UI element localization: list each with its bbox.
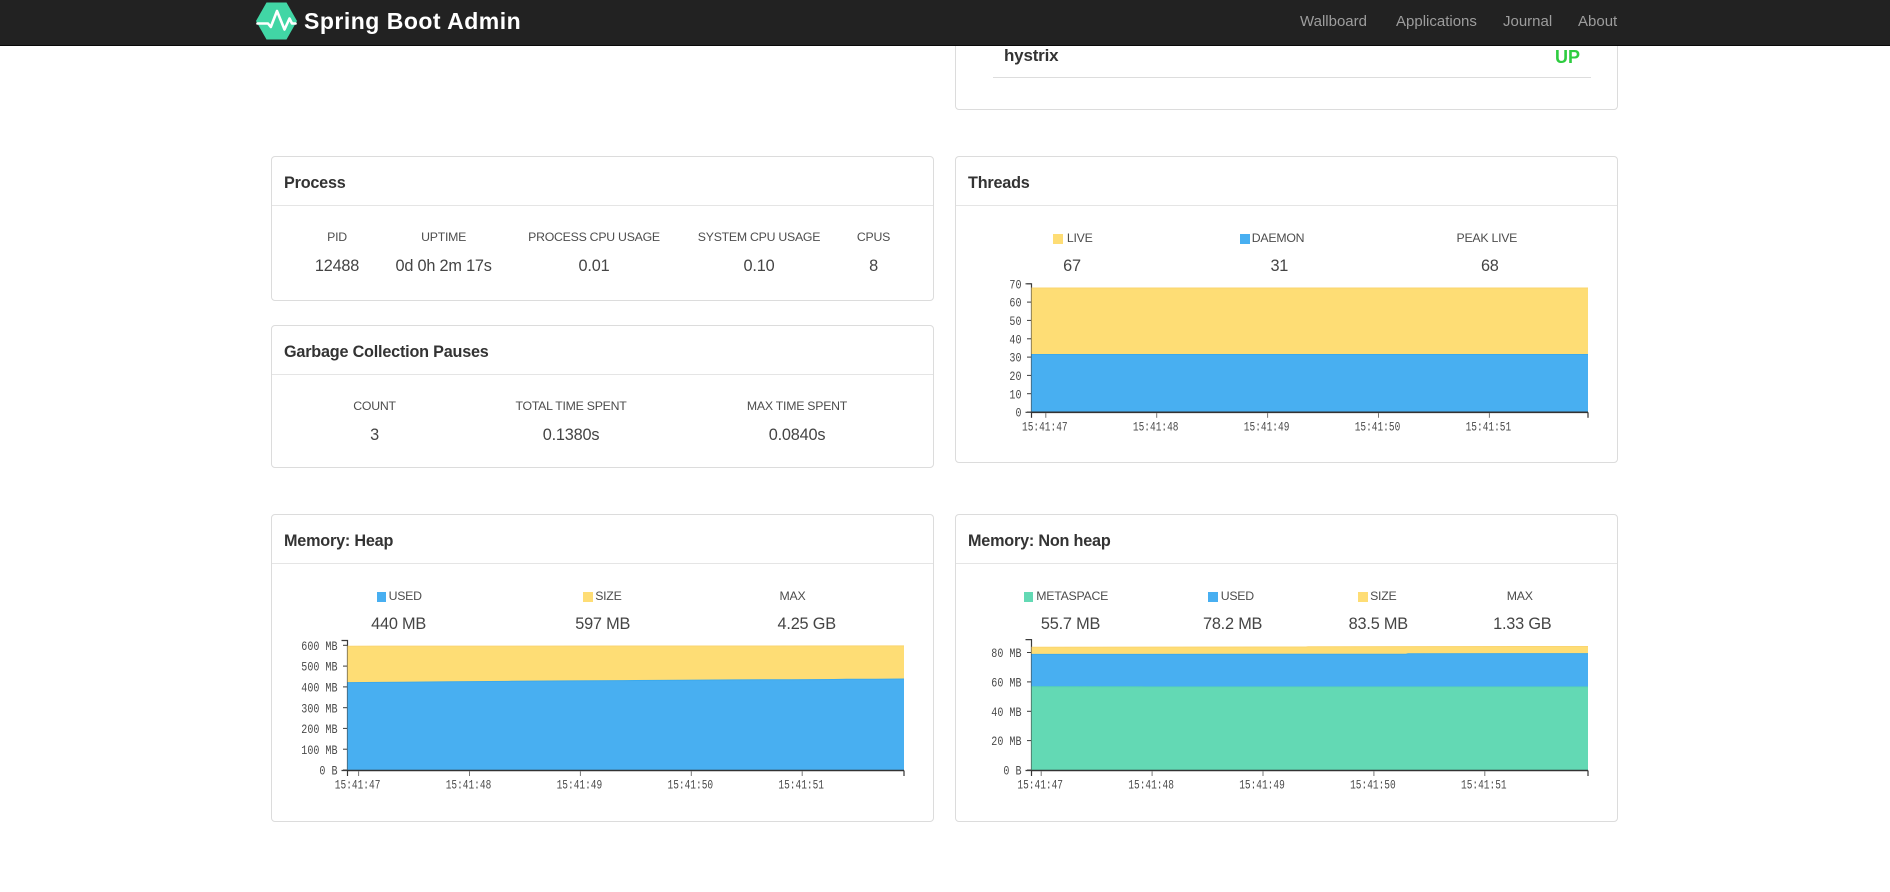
svg-text:60: 60 [1009, 296, 1021, 311]
svg-text:10: 10 [1009, 387, 1021, 402]
svg-text:15:41:50: 15:41:50 [668, 778, 714, 793]
svg-text:15:41:47: 15:41:47 [335, 778, 381, 793]
svg-text:60 MB: 60 MB [991, 676, 1021, 691]
svg-text:15:41:49: 15:41:49 [557, 778, 603, 793]
svg-text:0 B: 0 B [319, 764, 337, 779]
svg-text:15:41:51: 15:41:51 [1461, 778, 1507, 793]
svg-text:40: 40 [1009, 332, 1021, 347]
svg-text:15:41:50: 15:41:50 [1355, 420, 1401, 435]
svg-text:0 B: 0 B [1003, 764, 1021, 779]
svg-text:15:41:49: 15:41:49 [1239, 778, 1285, 793]
svg-text:400 MB: 400 MB [301, 681, 337, 696]
svg-text:15:41:48: 15:41:48 [1128, 778, 1174, 793]
svg-text:100 MB: 100 MB [301, 743, 337, 758]
svg-text:15:41:50: 15:41:50 [1350, 778, 1396, 793]
svg-text:15:41:49: 15:41:49 [1244, 420, 1290, 435]
svg-text:20: 20 [1009, 369, 1021, 384]
svg-text:50: 50 [1009, 314, 1021, 329]
svg-text:600 MB: 600 MB [301, 639, 337, 654]
svg-text:500 MB: 500 MB [301, 660, 337, 675]
svg-text:70: 70 [1009, 277, 1021, 292]
svg-text:0: 0 [1016, 406, 1022, 421]
svg-text:15:41:47: 15:41:47 [1017, 778, 1063, 793]
svg-text:40 MB: 40 MB [991, 705, 1021, 720]
svg-text:80 MB: 80 MB [991, 646, 1021, 661]
svg-text:30: 30 [1009, 351, 1021, 366]
svg-text:20 MB: 20 MB [991, 734, 1021, 749]
svg-text:200 MB: 200 MB [301, 722, 337, 737]
svg-text:15:41:51: 15:41:51 [1466, 420, 1512, 435]
svg-text:300 MB: 300 MB [301, 701, 337, 716]
svg-text:15:41:51: 15:41:51 [778, 778, 824, 793]
svg-text:15:41:47: 15:41:47 [1022, 420, 1068, 435]
svg-text:15:41:48: 15:41:48 [1133, 420, 1179, 435]
svg-text:15:41:48: 15:41:48 [446, 778, 492, 793]
